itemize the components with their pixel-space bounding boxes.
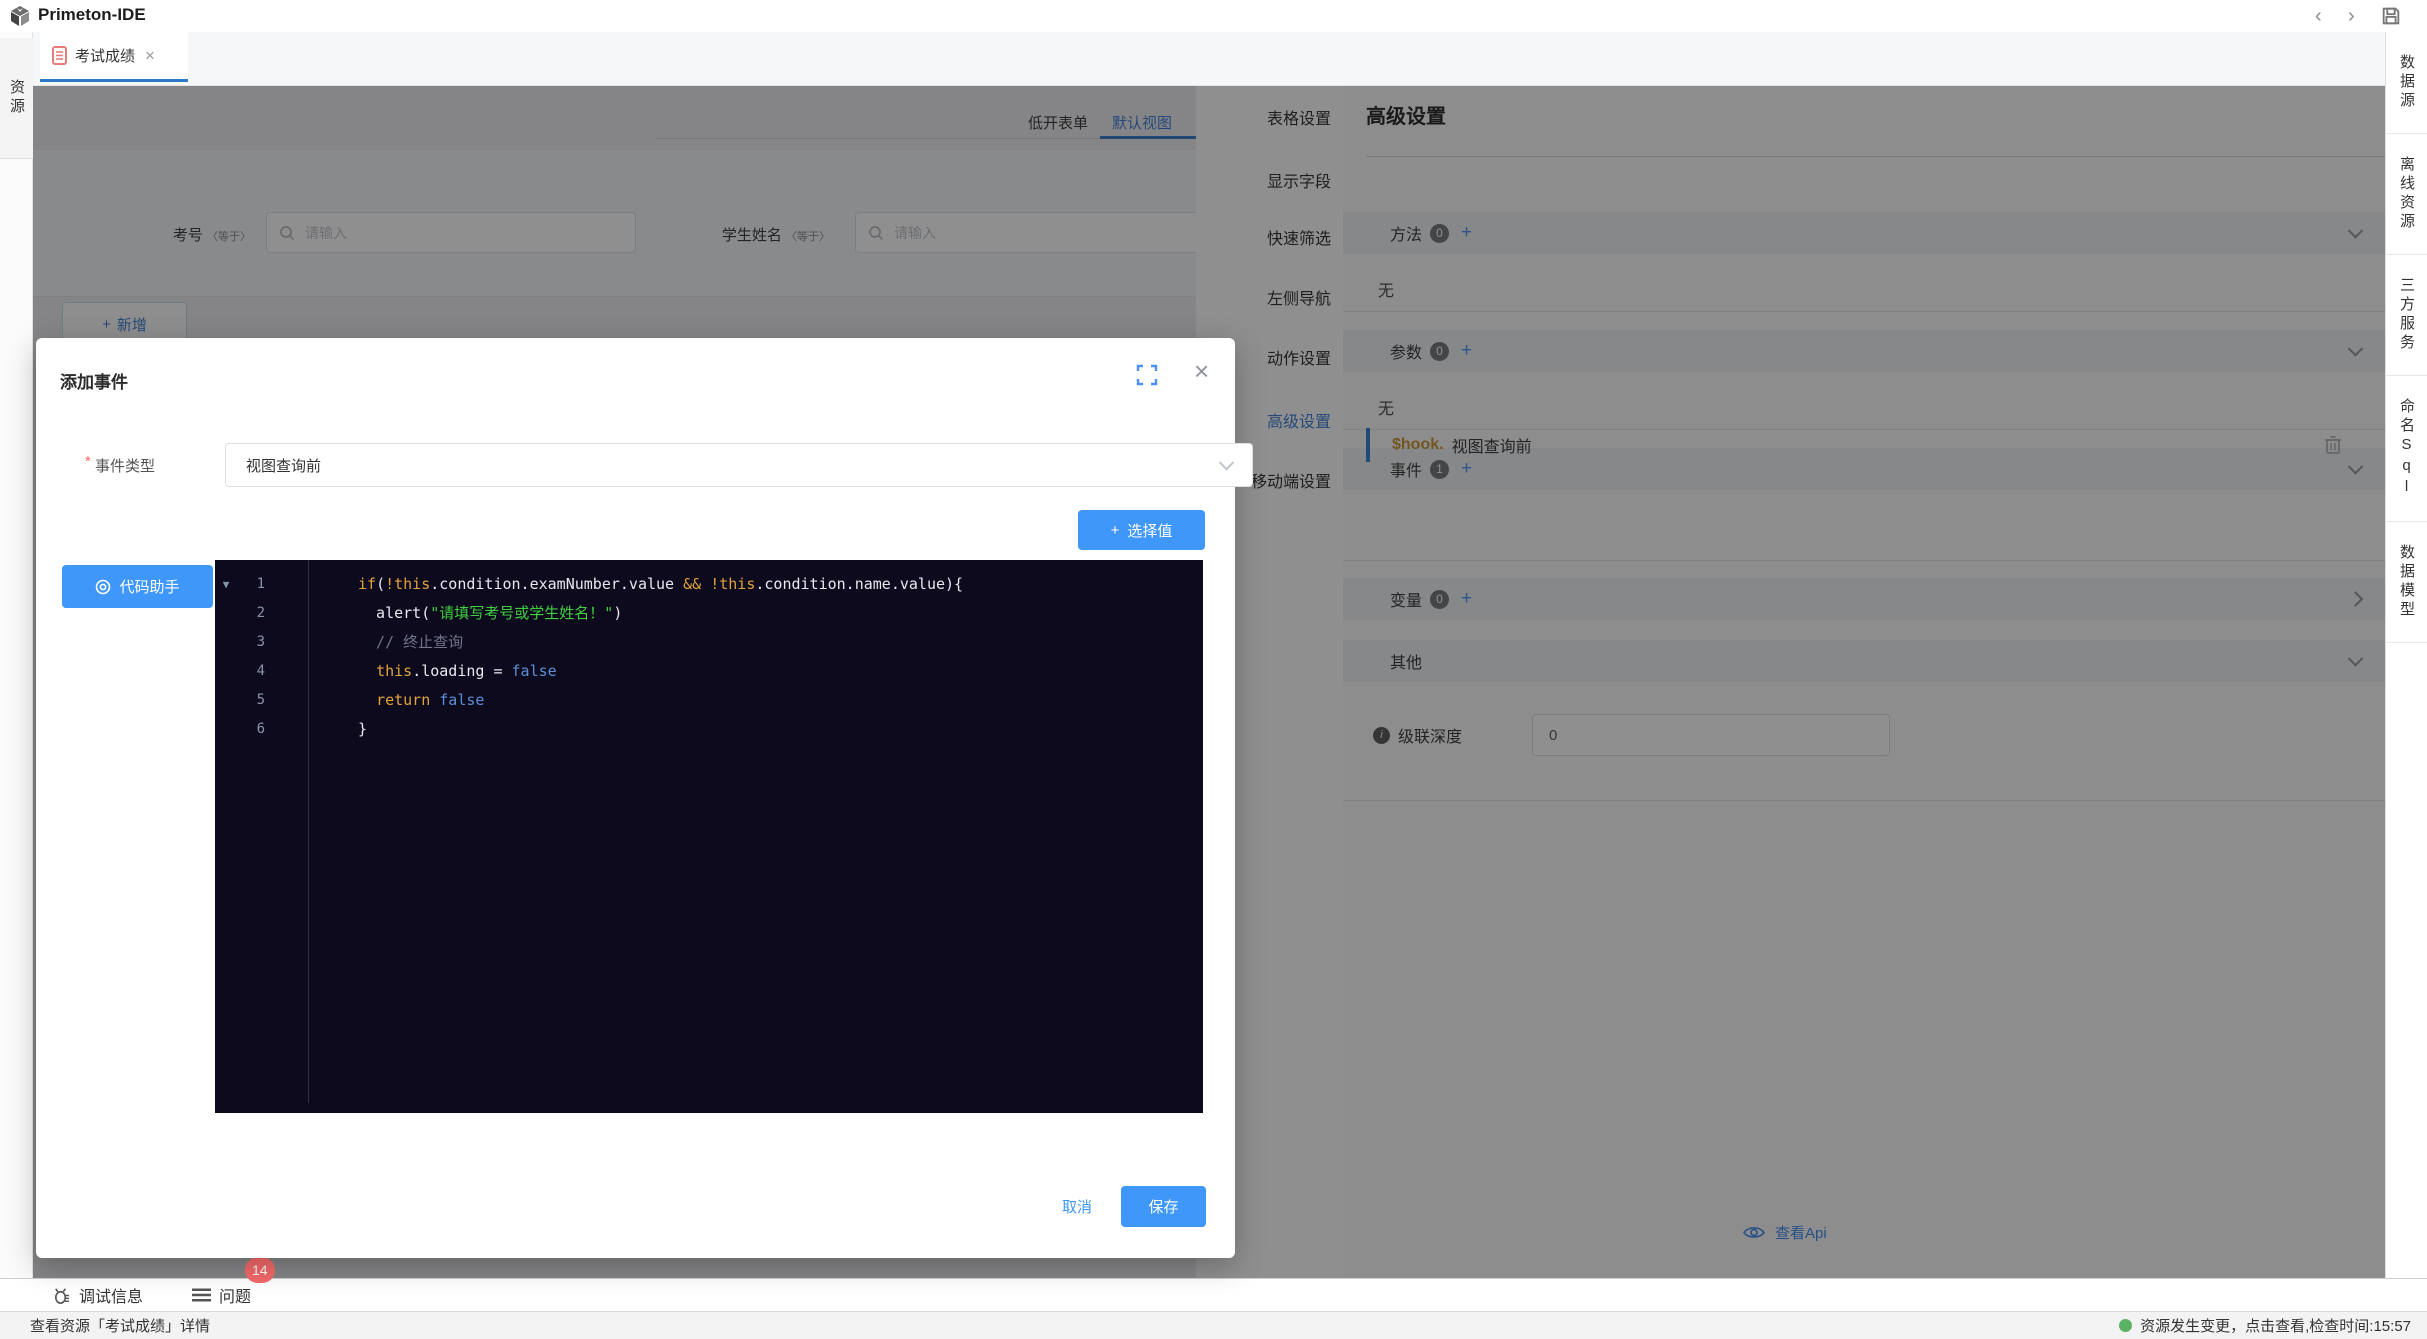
code-line[interactable]: ▼1if(!this.condition.examNumber.value &&… [215,570,1203,599]
chevron-down-icon [1219,455,1235,471]
code-lines: ▼1if(!this.condition.examNumber.value &&… [215,570,1203,744]
tab-close-icon[interactable]: × [145,46,155,66]
status-green-dot-icon [2119,1319,2132,1332]
problems-button[interactable]: 问题 [192,1279,251,1311]
save-icon[interactable] [2380,5,2402,27]
document-icon [52,46,67,65]
event-type-value: 视图查询前 [246,455,321,476]
fullscreen-icon[interactable] [1136,364,1158,386]
fold-gutter [215,657,237,686]
code-editor[interactable]: ▼1if(!this.condition.examNumber.value &&… [215,560,1203,1113]
add-event-dialog: 添加事件 × * 事件类型 视图查询前 + 选择值 代码助手 ▼1if [36,338,1235,1258]
app-logo-icon [8,4,32,28]
line-number: 4 [237,657,265,686]
status-right[interactable]: 资源发生变更，点击查看,检查时间:15:57 [2119,1315,2411,1336]
problems-count-badge[interactable]: 14 [245,1257,275,1283]
debug-bug-icon [52,1286,71,1305]
status-bar: 查看资源「考试成绩」详情 资源发生变更，点击查看,检查时间:15:57 [0,1311,2427,1339]
right-sidebar-strip: 数据源 离线资源 三方服务 命名Sql 数据模型 [2385,32,2427,1278]
nav-back-icon[interactable]: ‹ [2315,4,2322,28]
target-icon [95,579,111,595]
right-tab-named-sql[interactable]: 命名Sql [2386,376,2427,522]
tab-exam-scores[interactable]: 考试成绩 × [40,32,188,82]
fold-arrow-icon[interactable]: ▼ [215,570,237,599]
save-button[interactable]: 保存 [1121,1186,1206,1227]
line-number: 3 [237,628,265,657]
code-text: if(!this.condition.examNumber.value && !… [265,570,963,599]
required-asterisk: * [85,453,91,470]
code-assistant-button[interactable]: 代码助手 [62,565,213,608]
status-right-text: 资源发生变更，点击查看,检查时间:15:57 [2140,1315,2411,1336]
sidebar-tab-label: 资源 [6,79,27,117]
line-number: 1 [237,570,265,599]
list-icon [192,1287,211,1303]
left-sidebar-strip: 资源 [0,32,33,1278]
right-tab-data-source[interactable]: 数据源 [2386,32,2427,134]
code-line[interactable]: 2 alert("请填写考号或学生姓名！") [215,599,1203,628]
debug-info-button[interactable]: 调试信息 [52,1279,143,1311]
tab-label: 考试成绩 [75,45,135,66]
fold-gutter [215,686,237,715]
close-icon[interactable]: × [1194,356,1209,387]
code-line[interactable]: 4 this.loading = false [215,657,1203,686]
app-window: Primeton-IDE ‹ › 考试成绩 × 资源 低开表单 默认视 [0,0,2427,1339]
plus-icon: + [1111,522,1120,539]
event-type-label: 事件类型 [95,455,155,476]
title-bar: Primeton-IDE ‹ › [0,0,2427,33]
code-text: alert("请填写考号或学生姓名！") [265,599,622,628]
fold-gutter [215,715,237,744]
right-tab-data-model[interactable]: 数据模型 [2386,522,2427,643]
line-number: 5 [237,686,265,715]
cancel-button[interactable]: 取消 [1062,1196,1092,1217]
code-line[interactable]: 6} [215,715,1203,744]
status-left-text[interactable]: 查看资源「考试成绩」详情 [30,1315,210,1336]
code-text: } [265,715,367,744]
nav-forward-icon[interactable]: › [2348,4,2355,28]
fold-gutter [215,628,237,657]
code-text: this.loading = false [265,657,557,686]
right-tab-third-party-services[interactable]: 三方服务 [2386,255,2427,376]
dialog-title: 添加事件 [60,368,128,393]
line-number: 2 [237,599,265,628]
app-title: Primeton-IDE [38,5,146,25]
code-text: // 终止查询 [265,628,463,657]
code-line[interactable]: 3 // 终止查询 [215,628,1203,657]
line-number: 6 [237,715,265,744]
sidebar-tab-resources[interactable]: 资源 [0,38,33,159]
document-tab-bar: 考试成绩 × [33,32,2385,86]
fold-gutter [215,599,237,628]
select-value-button[interactable]: + 选择值 [1078,510,1205,550]
bottom-toolbar: 调试信息 问题 14 [0,1278,2427,1311]
event-type-select[interactable]: 视图查询前 [225,443,1253,487]
right-tab-offline-resources[interactable]: 离线资源 [2386,134,2427,255]
code-text: return false [265,686,484,715]
code-line[interactable]: 5 return false [215,686,1203,715]
